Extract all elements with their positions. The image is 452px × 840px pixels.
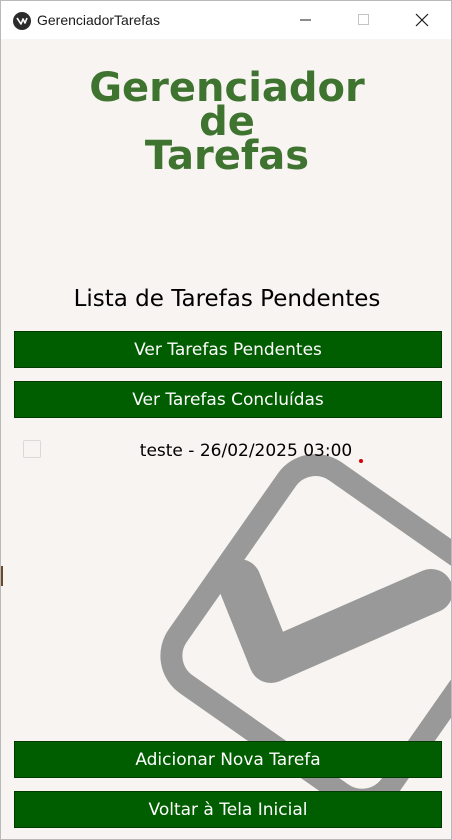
maximize-icon	[358, 14, 369, 25]
minimize-icon	[300, 19, 311, 21]
app-logo-icon	[13, 12, 31, 30]
task-checkbox[interactable]	[23, 440, 41, 458]
task-row: teste - 26/02/2025 03:00	[1, 433, 451, 467]
task-label: teste - 26/02/2025 03:00	[139, 441, 353, 461]
minimize-button[interactable]	[283, 1, 329, 39]
list-title: Lista de Tarefas Pendentes	[73, 286, 381, 312]
heading-line-3: Tarefas	[144, 133, 310, 179]
window-title: GerenciadorTarefas	[37, 12, 160, 28]
edge-mark	[1, 566, 3, 586]
maximize-button[interactable]	[341, 1, 387, 39]
red-dot	[359, 459, 363, 463]
title-bar[interactable]: GerenciadorTarefas	[1, 1, 451, 39]
back-home-button[interactable]: Voltar à Tela Inicial	[14, 791, 442, 828]
close-button[interactable]	[399, 1, 445, 39]
close-icon	[415, 13, 429, 27]
view-pending-button[interactable]: Ver Tarefas Pendentes	[14, 331, 442, 368]
view-done-button[interactable]: Ver Tarefas Concluídas	[14, 381, 442, 418]
add-task-button[interactable]: Adicionar Nova Tarefa	[14, 741, 442, 778]
app-window: GerenciadorTarefas Gerenciador de Tarefa…	[0, 0, 452, 840]
app-heading: Gerenciador de Tarefas	[1, 68, 451, 179]
